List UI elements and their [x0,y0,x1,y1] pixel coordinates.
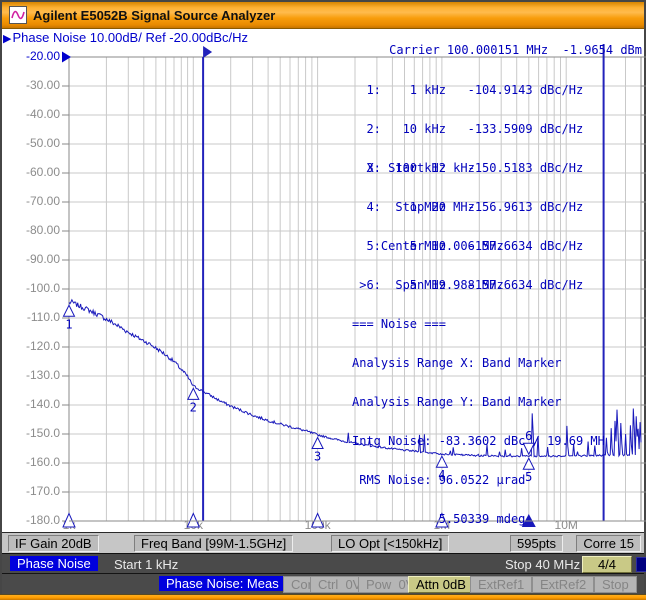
analysis-readout: X: Start 12 kHz Stop 20 MHz Center 10.00… [352,136,605,600]
band-marker-flag [203,46,213,58]
analysis-range-y-line: Analysis Range Y: Band Marker [352,395,562,409]
freq-band-button[interactable]: Freq Band [99M-1.5GHz] [134,535,294,552]
marker-number: 2 [190,400,197,414]
ref-level-arrow-icon [62,51,71,63]
rms-noise-line: RMS Noise: 96.0522 µrad [352,473,526,487]
marker-symbol [311,436,324,450]
x-center-line: Center 10.006 MHz [352,239,504,253]
x-start-line: X: Start 12 kHz [352,161,475,175]
measurement-tab[interactable]: Phase Noise [10,556,98,571]
marker-number: 3 [314,450,321,464]
marker-symbol [186,387,200,400]
analysis-range-x-line: Analysis Range X: Band Marker [352,356,562,370]
page-indicator[interactable]: 4/4 [582,556,632,573]
carrier-readout: Carrier 100.000151 MHz -1.9654 dBm [389,43,642,57]
x-stop-line: Stop 20 MHz [352,200,475,214]
marker-number: 1 [65,317,72,331]
correlation-button[interactable]: Corre 15 [576,535,641,552]
if-gain-button[interactable]: IF Gain 20dB [8,535,99,552]
meas-status-chip[interactable]: Phase Noise: Meas [159,576,286,591]
lo-opt-button[interactable]: LO Opt [<150kHz] [331,535,450,552]
setting-bar: IF Gain 20dB Freq Band [99M-1.5GHz] LO O… [2,532,644,554]
marker-symbol [62,304,76,317]
window-indicator [636,557,646,572]
rms-noise-mdeg-line: 5.50339 mdeg [352,512,526,526]
sweep-stop-indicator: Stop [594,576,637,593]
status-divider [2,573,644,574]
instrument-window: Agilent E5052B Signal Source Analyzer ▶P… [0,0,646,600]
marker-row-1: 1: 1 kHz -104.9143 dBc/Hz [352,83,584,97]
axis-marker-icon [62,512,76,528]
status-area: Phase Noise Start 1 kHz Stop 40 MHz 4/4 … [2,554,646,594]
attenuator-indicator[interactable]: Attn 0dB [408,576,474,593]
noise-header-line: === Noise === [352,317,446,331]
extref2-indicator: ExtRef2 [532,576,595,593]
intg-noise-line: Intg Noise: -83.3602 dBc / 19.69 MH [352,434,605,448]
axis-marker-icon [186,512,201,528]
bottom-accent-bar [0,594,646,600]
sweep-stop-label: Stop 40 MHz [505,557,581,572]
x-span-line: Span 19.988 MHz [352,278,504,292]
extref1-indicator: ExtRef1 [470,576,533,593]
axis-marker-icon [310,512,325,528]
sweep-start-label: Start 1 kHz [114,557,179,572]
points-button[interactable]: 595pts [510,535,564,552]
marker-row-2: 2: 10 kHz -133.5909 dBc/Hz [352,122,584,136]
